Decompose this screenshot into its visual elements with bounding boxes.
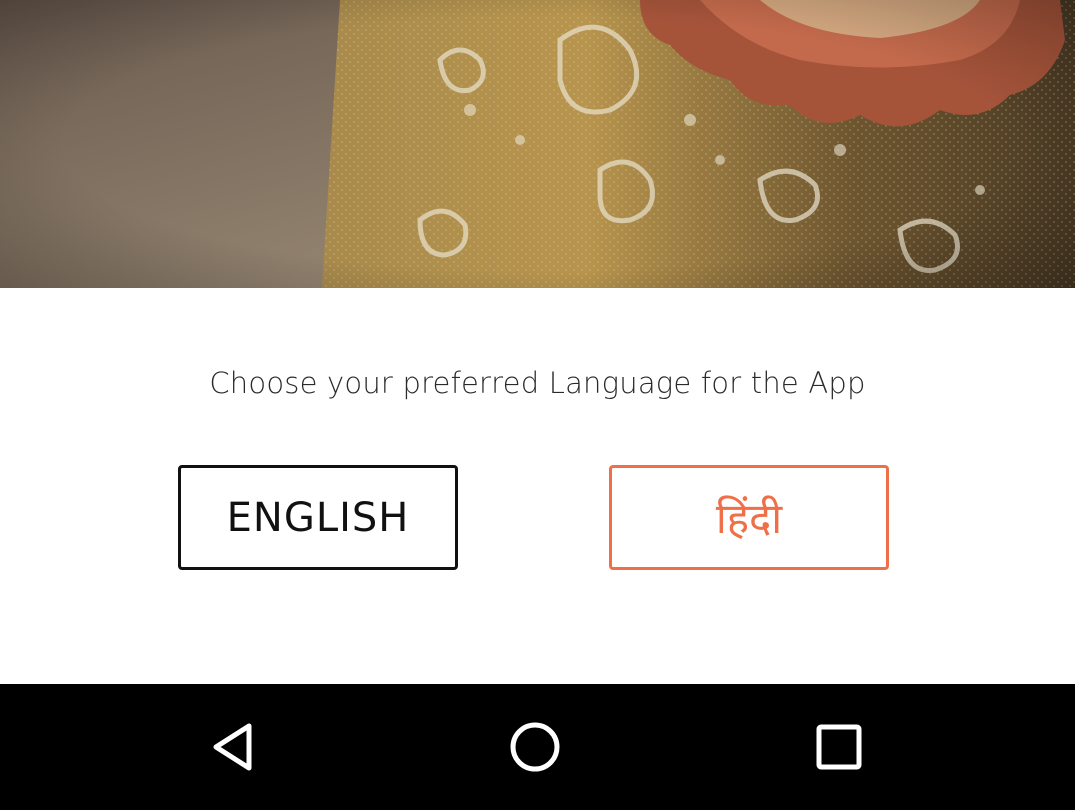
english-button-label: ENGLISH (226, 494, 410, 541)
system-nav-bar (0, 684, 1075, 810)
recents-button[interactable] (804, 714, 874, 780)
hindi-button[interactable]: हिंदी (609, 465, 889, 570)
language-prompt: Choose your preferred Language for the A… (209, 366, 866, 400)
home-button[interactable] (500, 714, 570, 780)
home-circle-icon (510, 722, 560, 772)
hindi-button-label: हिंदी (715, 494, 783, 543)
recents-square-icon (816, 724, 862, 770)
app-screen: Choose your preferred Language for the A… (0, 0, 1075, 810)
english-button[interactable]: ENGLISH (178, 465, 458, 570)
back-triangle-icon (213, 723, 252, 771)
hero-image (0, 0, 1075, 288)
back-button[interactable] (198, 714, 268, 780)
language-picker: Choose your preferred Language for the A… (0, 288, 1075, 684)
diya-lamp-photo (0, 0, 1075, 288)
